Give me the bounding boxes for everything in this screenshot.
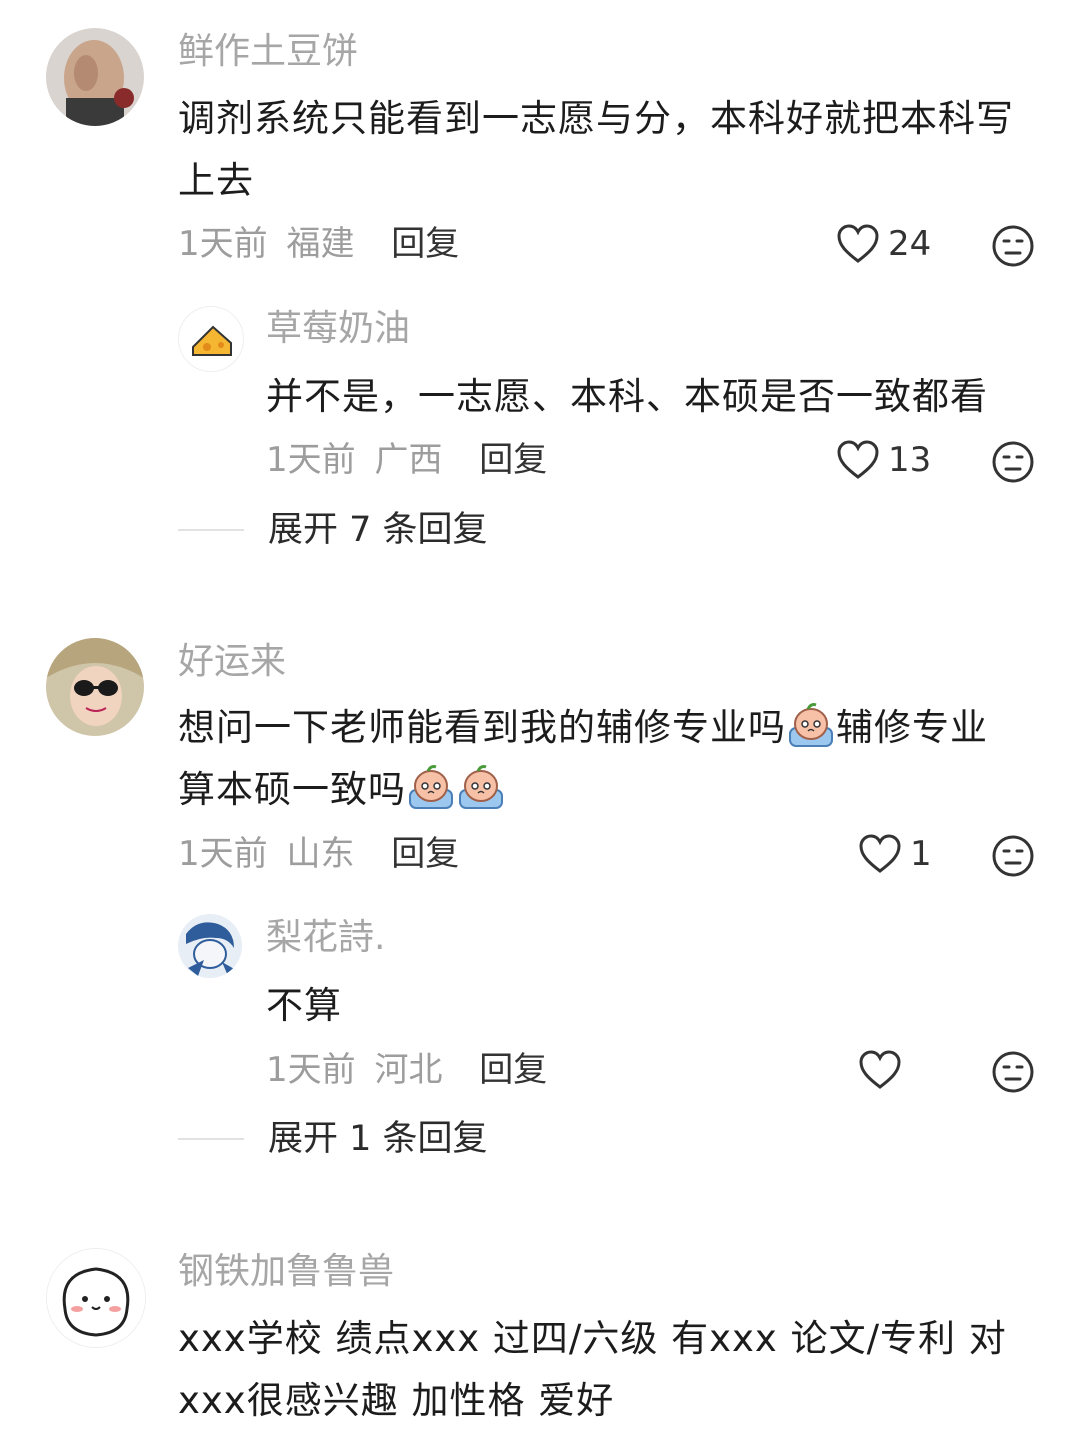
comment-text-part: 算本硕一致吗 bbox=[178, 768, 406, 811]
comment-text: 想问一下老师能看到我的辅修专业吗 辅修专业 算本硕一致吗 bbox=[178, 697, 1038, 821]
comment-text: xxx学校 绩点xxx 过四/六级 有xxx 论文/专利 对 xxx很感兴趣 加… bbox=[178, 1308, 1038, 1432]
divider bbox=[178, 529, 244, 531]
comment-username[interactable]: 鲜作土豆饼 bbox=[178, 30, 358, 74]
crying-peach-emoji-icon bbox=[406, 762, 456, 812]
reply-username[interactable]: 梨花詩. bbox=[266, 916, 385, 960]
heart-outline-icon bbox=[837, 440, 879, 479]
reply-button[interactable]: 回复 bbox=[479, 440, 547, 480]
reply-time: 1天前 bbox=[266, 1050, 356, 1090]
user-avatar[interactable] bbox=[46, 28, 144, 126]
dislike-button[interactable] bbox=[992, 441, 1034, 483]
heart-outline-icon bbox=[859, 834, 901, 873]
comment-text: 调剂系统只能看到一志愿与分，本科好就把本科写上去 bbox=[178, 97, 1014, 202]
comment-text-line: xxx学校 绩点xxx 过四/六级 有xxx 论文/专利 对 bbox=[178, 1317, 1007, 1360]
reply-button[interactable]: 回复 bbox=[391, 834, 459, 874]
divider bbox=[178, 1138, 244, 1140]
like-count: 1 bbox=[910, 834, 932, 874]
comment-username[interactable]: 好运来 bbox=[178, 640, 286, 684]
neutral-face-icon bbox=[992, 225, 1034, 267]
comment-location: 山东 bbox=[286, 834, 355, 874]
comment-meta: 1天前 山东 回复 bbox=[178, 832, 459, 876]
expand-replies-label: 展开 1 条回复 bbox=[268, 1119, 488, 1159]
reply-button[interactable]: 回复 bbox=[479, 1050, 547, 1090]
crying-peach-emoji-icon bbox=[786, 700, 836, 750]
reply-meta: 1天前 广西 回复 bbox=[266, 438, 547, 482]
like-button[interactable]: 24 bbox=[836, 222, 931, 266]
heart-outline-icon bbox=[859, 1050, 901, 1089]
comment-text-part: 想问一下老师能看到我的辅修专业吗 bbox=[178, 706, 786, 749]
like-count: 13 bbox=[888, 440, 932, 480]
expand-replies-button[interactable]: 展开 1 条回复 bbox=[178, 1117, 488, 1161]
comment-location: 福建 bbox=[286, 224, 355, 264]
reply-location: 河北 bbox=[374, 1050, 443, 1090]
heart-outline-icon bbox=[837, 224, 879, 263]
reply-location: 广西 bbox=[374, 440, 443, 480]
dislike-button[interactable] bbox=[992, 1051, 1034, 1093]
expand-replies-label: 展开 7 条回复 bbox=[268, 510, 488, 550]
comment-text-line: xxx很感兴趣 加性格 爱好 bbox=[178, 1379, 615, 1422]
user-avatar[interactable] bbox=[46, 638, 144, 736]
comment-text-part: 辅修专业 bbox=[836, 706, 988, 749]
reply-username[interactable]: 草莓奶油 bbox=[266, 307, 410, 351]
neutral-face-icon bbox=[992, 1051, 1034, 1093]
user-avatar[interactable] bbox=[46, 1248, 146, 1348]
expand-replies-button[interactable]: 展开 7 条回复 bbox=[178, 508, 488, 552]
neutral-face-icon bbox=[992, 835, 1034, 877]
dislike-button[interactable] bbox=[992, 835, 1034, 877]
neutral-face-icon bbox=[992, 441, 1034, 483]
like-button[interactable]: 13 bbox=[836, 438, 931, 482]
like-count: 24 bbox=[888, 224, 932, 264]
reply-time: 1天前 bbox=[266, 440, 356, 480]
reply-button[interactable]: 回复 bbox=[391, 224, 459, 264]
reply-text: 并不是，一志愿、本科、本硕是否一致都看 bbox=[266, 375, 988, 418]
user-avatar[interactable] bbox=[178, 914, 242, 978]
comment-time: 1天前 bbox=[178, 224, 268, 264]
comment-time: 1天前 bbox=[178, 834, 268, 874]
reply-meta: 1天前 河北 回复 bbox=[266, 1048, 547, 1092]
dislike-button[interactable] bbox=[992, 225, 1034, 267]
reply-text: 不算 bbox=[266, 984, 342, 1027]
crying-peach-emoji-icon bbox=[456, 762, 506, 812]
comment-meta: 1天前 福建 回复 bbox=[178, 222, 459, 266]
user-avatar[interactable] bbox=[178, 306, 244, 372]
like-button[interactable]: 1 bbox=[858, 832, 932, 876]
comment-username[interactable]: 钢铁加鲁鲁兽 bbox=[178, 1250, 394, 1294]
like-button[interactable] bbox=[858, 1050, 910, 1090]
